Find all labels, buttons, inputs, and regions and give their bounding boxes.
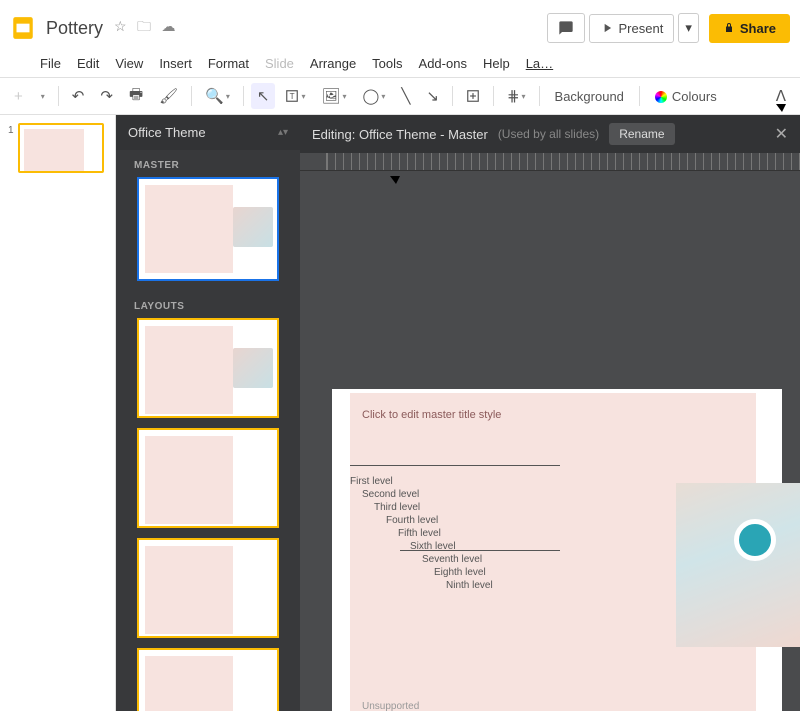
slide-number: 1 xyxy=(8,125,14,136)
present-button[interactable]: Present xyxy=(589,14,675,43)
theme-panel-header[interactable]: Office Theme ▴▾ xyxy=(116,115,300,150)
level-text: Fourth level xyxy=(386,514,493,527)
level-text: Second level xyxy=(362,488,493,501)
select-tool[interactable]: ↖ xyxy=(251,83,276,109)
menu-arrange[interactable]: Arrange xyxy=(310,56,356,71)
cloud-icon[interactable]: ☁ xyxy=(162,18,176,34)
theme-dropdown-icon[interactable]: ▴▾ xyxy=(278,127,288,138)
menu-file[interactable]: File xyxy=(40,56,61,71)
paint-format-button[interactable]: 🖌 xyxy=(153,83,184,109)
level-text: Third level xyxy=(374,501,493,514)
level-text: Ninth level xyxy=(446,579,493,592)
menu-edit[interactable]: Edit xyxy=(77,56,99,71)
menu-slide: Slide xyxy=(265,56,294,71)
share-label: Share xyxy=(740,21,776,36)
star-icon[interactable]: ☆ xyxy=(114,18,127,34)
insert-placeholder-button[interactable] xyxy=(460,85,486,107)
slides-logo[interactable] xyxy=(10,15,36,41)
image-placeholder[interactable] xyxy=(676,483,800,647)
layouts-section-label: LAYOUTS xyxy=(116,291,300,318)
menu-insert[interactable]: Insert xyxy=(159,56,192,71)
move-icon[interactable]: 🗀 xyxy=(137,18,151,34)
share-button[interactable]: Share xyxy=(709,14,790,43)
layout-thumbnail[interactable] xyxy=(137,648,279,711)
title-placeholder[interactable]: Click to edit master title style xyxy=(362,409,501,421)
connector-tool[interactable]: ↘ xyxy=(420,83,445,109)
line-tool[interactable]: ╲ xyxy=(395,83,416,109)
toolbar: + ↶ ↷ 🖶 🖌 🔍 ↖ T 🖼 ◯ ╲ ↘ ⋕ Background Col… xyxy=(0,77,800,115)
filmstrip: 1 xyxy=(0,115,116,711)
level-text: Fifth level xyxy=(398,527,493,540)
new-slide-dropdown xyxy=(33,88,51,105)
level-text: Seventh level xyxy=(422,553,493,566)
present-label: Present xyxy=(619,21,664,36)
comments-button[interactable] xyxy=(547,13,585,43)
layout-thumbnail[interactable] xyxy=(137,318,279,418)
present-dropdown[interactable]: ▾ xyxy=(678,13,699,43)
master-slide[interactable]: Click to edit master title style First l… xyxy=(332,389,782,711)
ruler-horizontal[interactable] xyxy=(300,153,800,171)
canvas[interactable]: Click to edit master title style First l… xyxy=(300,171,800,711)
menu-format[interactable]: Format xyxy=(208,56,249,71)
theme-panel: Office Theme ▴▾ MASTER LAYOUTS xyxy=(116,115,300,711)
new-slide-button: + xyxy=(8,84,29,109)
shape-tool[interactable]: ◯ xyxy=(357,83,392,109)
textbox-tool[interactable]: T xyxy=(279,85,311,107)
editing-label: Editing: Office Theme - Master xyxy=(312,127,488,142)
level-text: Eighth level xyxy=(434,566,493,579)
text-levels-placeholder[interactable]: First level Second level Third level Fou… xyxy=(350,475,493,592)
redo-button[interactable]: ↷ xyxy=(94,83,119,109)
level-text: First level xyxy=(350,475,493,488)
svg-text:T: T xyxy=(290,92,295,101)
menu-view[interactable]: View xyxy=(115,56,143,71)
menu-tools[interactable]: Tools xyxy=(372,56,402,71)
menu-help[interactable]: Help xyxy=(483,56,510,71)
undo-button[interactable]: ↶ xyxy=(66,83,91,109)
editor-header: Editing: Office Theme - Master (Used by … xyxy=(300,115,800,153)
collapse-toolbar-button[interactable]: ᐱ xyxy=(770,83,792,109)
level-text: Sixth level xyxy=(410,540,493,553)
colours-button[interactable]: Colours xyxy=(647,85,725,108)
menu-last-edit[interactable]: La… xyxy=(526,56,553,71)
background-button[interactable]: Background xyxy=(547,85,632,108)
slide-thumbnail[interactable]: 1 xyxy=(18,123,104,173)
used-by-label: (Used by all slides) xyxy=(498,127,599,141)
menu-addons[interactable]: Add-ons xyxy=(419,56,467,71)
zoom-button[interactable]: 🔍 xyxy=(199,83,236,109)
menubar: File Edit View Insert Format Slide Arran… xyxy=(0,56,800,77)
unsupported-placeholder[interactable]: Unsupported placeholder xyxy=(362,701,432,711)
rename-button[interactable]: Rename xyxy=(609,123,674,145)
layout-thumbnail[interactable] xyxy=(137,428,279,528)
close-icon[interactable]: ✕ xyxy=(775,124,788,144)
layout-tool[interactable]: ⋕ xyxy=(501,83,532,109)
print-button[interactable]: 🖶 xyxy=(123,80,149,113)
theme-title: Office Theme xyxy=(128,125,206,140)
layout-thumbnail[interactable] xyxy=(137,538,279,638)
image-tool[interactable]: 🖼 xyxy=(315,83,352,109)
master-thumbnail[interactable] xyxy=(137,177,279,281)
master-section-label: MASTER xyxy=(116,150,300,177)
editor-area: Editing: Office Theme - Master (Used by … xyxy=(300,115,800,711)
doc-title[interactable]: Pottery xyxy=(46,18,103,39)
